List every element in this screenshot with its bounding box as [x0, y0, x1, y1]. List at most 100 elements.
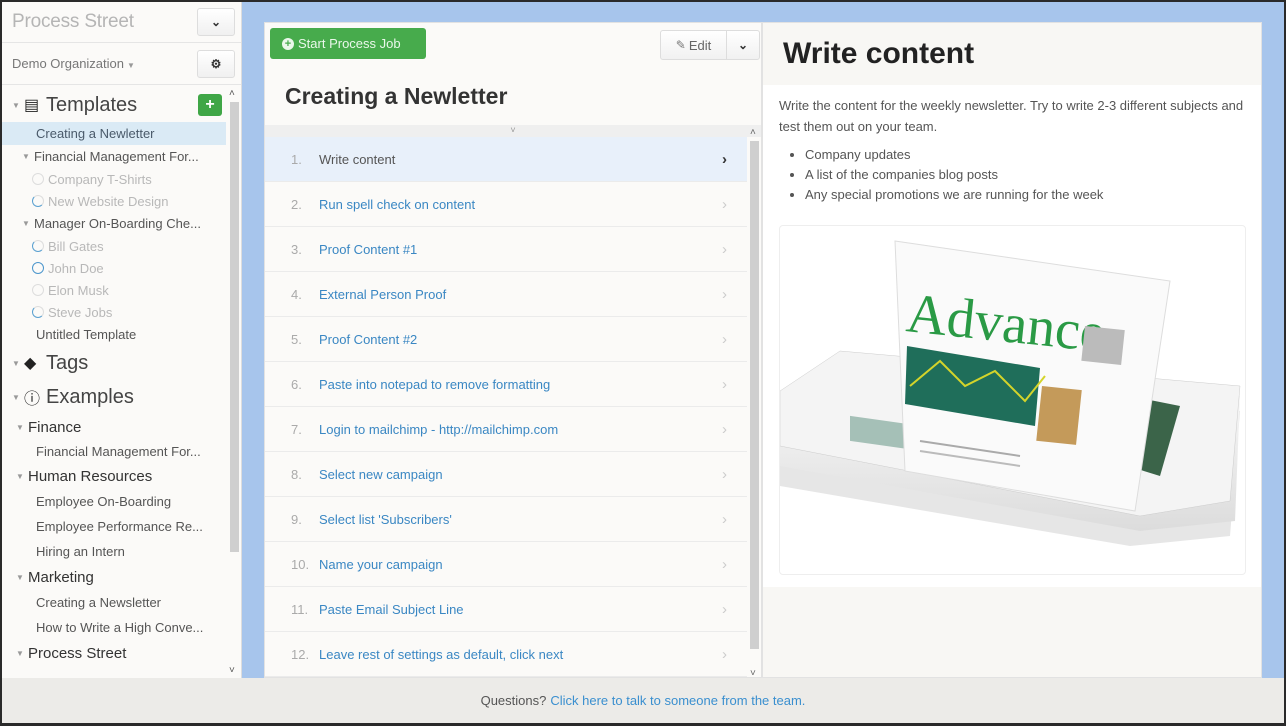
step-item[interactable]: 5. Proof Content #2 ›: [265, 317, 747, 362]
template-item[interactable]: Creating a Newletter: [2, 122, 226, 145]
settings-button[interactable]: ⚙: [197, 49, 235, 78]
step-number: 12.: [291, 646, 310, 662]
step-title: Write content: [763, 23, 1261, 85]
step-number: 2.: [291, 196, 302, 212]
job-item[interactable]: Steve Jobs: [2, 301, 226, 323]
job-label: Bill Gates: [48, 238, 104, 254]
scroll-down-icon[interactable]: ˅: [229, 665, 235, 676]
example-item[interactable]: Employee Performance Re...: [2, 514, 226, 539]
scroll-up-icon[interactable]: ˄: [229, 88, 235, 99]
step-item[interactable]: 10. Name your campaign ›: [265, 542, 747, 587]
section-examples[interactable]: ▼ ⓘ Examples: [2, 380, 226, 414]
tag-icon: ◆: [24, 355, 37, 372]
job-item[interactable]: Elon Musk: [2, 279, 226, 301]
example-group[interactable]: ▼ Marketing: [2, 564, 226, 590]
checklist-panel: + Start Process Job ✎ Edit ⌄ Creating a …: [264, 22, 762, 679]
step-item[interactable]: 4. External Person Proof ›: [265, 272, 747, 317]
example-item[interactable]: Creating a Newsletter: [2, 590, 226, 615]
step-item[interactable]: 3. Proof Content #1 ›: [265, 227, 747, 272]
job-label: Company T-Shirts: [48, 171, 152, 187]
example-item[interactable]: Financial Management For...: [2, 440, 226, 463]
step-body: Write the content for the weekly newslet…: [763, 85, 1261, 587]
start-process-job-button[interactable]: + Start Process Job: [270, 28, 426, 59]
step-label: Proof Content #2: [319, 331, 418, 347]
sidebar-header: Process Street ⌄: [2, 2, 241, 43]
template-item[interactable]: ▼ Manager On-Boarding Che...: [2, 212, 226, 235]
template-item[interactable]: Untitled Template: [2, 323, 226, 346]
section-templates[interactable]: ▼ ▤ Templates +: [2, 88, 226, 122]
edit-dropdown-button[interactable]: ⌄: [727, 31, 759, 59]
info-icon: ⓘ: [24, 391, 41, 408]
group-label: Process Street: [28, 644, 127, 662]
organization-dropdown[interactable]: Demo Organization ▼: [12, 56, 135, 71]
steps-list: 1. Write content › 2. Run spell check on con…: [265, 137, 747, 677]
progress-ring-icon: [32, 284, 44, 296]
steps-scrollbar[interactable]: ˄ ˅: [748, 127, 761, 679]
example-group[interactable]: ▼ Process Street: [2, 640, 226, 666]
step-label: Paste Email Subject Line: [319, 601, 464, 617]
chevron-right-icon: ›: [722, 195, 727, 213]
step-item[interactable]: 11. Paste Email Subject Line ›: [265, 587, 747, 632]
organization-row: Demo Organization ▼ ⚙: [2, 43, 241, 85]
add-template-button[interactable]: +: [198, 94, 222, 116]
job-item[interactable]: Bill Gates: [2, 235, 226, 257]
template-item[interactable]: ▼ Financial Management For...: [2, 145, 226, 168]
sidebar-tree: ▼ ▤ Templates + Creating a Newletter ▼ Fi…: [2, 88, 226, 678]
chevron-right-icon: ›: [722, 420, 727, 438]
example-item[interactable]: Hiring an Intern: [2, 539, 226, 564]
step-item[interactable]: 2. Run spell check on content ›: [265, 182, 747, 227]
step-label: Login to mailchimp - http://mailchimp.co…: [319, 421, 559, 437]
newsletter-image: Advance: [779, 225, 1246, 575]
progress-ring-icon: [32, 173, 44, 185]
job-item[interactable]: John Doe: [2, 257, 226, 279]
step-number: 9.: [291, 511, 302, 527]
chevron-right-icon: ›: [722, 285, 727, 303]
step-label: External Person Proof: [319, 286, 447, 302]
edit-label: Edit: [688, 37, 712, 53]
step-number: 10.: [291, 556, 310, 572]
chevron-right-icon: ›: [722, 645, 727, 663]
portrait-photo: [1036, 386, 1082, 445]
chevron-right-icon: ›: [722, 465, 727, 483]
progress-ring-icon: [32, 262, 44, 274]
job-item[interactable]: Company T-Shirts: [2, 168, 226, 190]
step-label: Run spell check on content: [319, 196, 476, 212]
step-number: 5.: [291, 331, 302, 347]
scrollbar-thumb[interactable]: [750, 141, 759, 649]
app-menu-button[interactable]: ⌄: [197, 8, 235, 36]
step-label: Write content: [319, 151, 396, 167]
contact-team-link[interactable]: Click here to talk to someone from the t…: [550, 693, 805, 708]
caret-down-icon: ▼: [127, 61, 135, 70]
expand-icon: ▼: [16, 572, 24, 582]
group-label: Human Resources: [28, 467, 153, 485]
scrollbar-thumb[interactable]: [230, 102, 239, 552]
expand-icon: ▼: [16, 648, 24, 658]
step-label: Paste into notepad to remove formatting: [319, 376, 551, 392]
edit-button[interactable]: ✎ Edit: [661, 31, 727, 59]
step-label: Select new campaign: [319, 466, 443, 482]
collapse-toggle[interactable]: ˅: [265, 125, 761, 137]
step-item[interactable]: 7. Login to mailchimp - http://mailchimp.…: [265, 407, 747, 452]
job-item[interactable]: New Website Design: [2, 190, 226, 212]
sidebar-scrollbar[interactable]: ˄ ˅: [228, 88, 240, 678]
chevron-right-icon: ›: [722, 375, 727, 393]
step-item[interactable]: 9. Select list 'Subscribers' ›: [265, 497, 747, 542]
example-group[interactable]: ▼ Finance: [2, 414, 226, 440]
example-item[interactable]: How to Write a High Conve...: [2, 615, 226, 640]
section-tags[interactable]: ▼ ◆ Tags: [2, 346, 226, 380]
example-group[interactable]: ▼ Human Resources: [2, 463, 226, 489]
step-item[interactable]: 6. Paste into notepad to remove formattin…: [265, 362, 747, 407]
scroll-up-icon[interactable]: ˄: [750, 127, 756, 138]
chevron-down-icon: ⌄: [737, 38, 749, 52]
example-label: Creating a Newsletter: [36, 595, 161, 610]
job-label: John Doe: [48, 260, 104, 276]
step-number: 1.: [291, 151, 302, 167]
expand-icon: ▼: [12, 392, 20, 402]
step-item[interactable]: 8. Select new campaign ›: [265, 452, 747, 497]
step-item[interactable]: 1. Write content ›: [265, 137, 747, 182]
step-item[interactable]: 12. Leave rest of settings as default, cl…: [265, 632, 747, 677]
chevron-right-icon: ›: [722, 330, 727, 348]
template-label: Untitled Template: [36, 327, 137, 342]
example-item[interactable]: Employee On-Boarding: [2, 489, 226, 514]
gear-icon: ⚙: [210, 56, 222, 71]
